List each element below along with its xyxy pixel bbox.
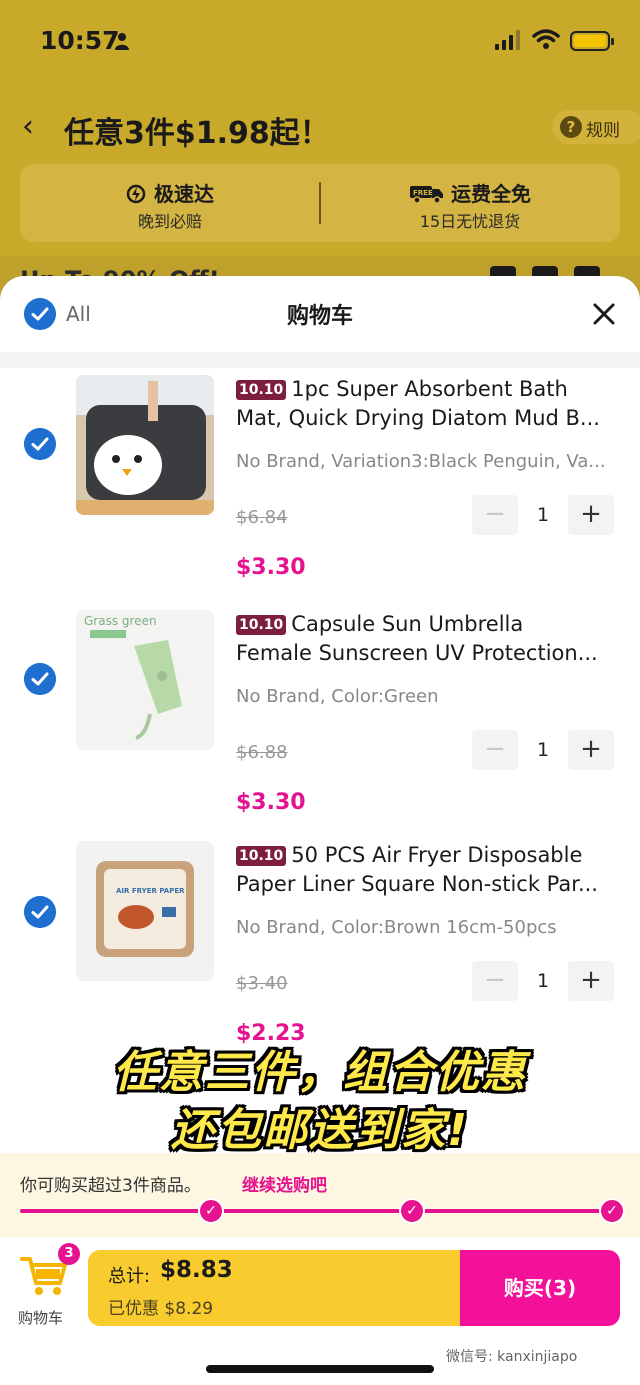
free-shipping-truck-icon: FREE: [410, 186, 443, 204]
page-title: 任意3件$1.98起！: [64, 116, 330, 151]
page-header: ‹ 任意3件$1.98起！ ? 规则: [0, 100, 640, 154]
benefit-subtitle: 15日无忧退货: [419, 212, 521, 231]
sale-price: $3.30: [236, 790, 306, 815]
chevron-left-icon[interactable]: ‹: [22, 112, 42, 142]
total-label: 总计:: [108, 1266, 151, 1287]
status-time: 10:57: [40, 26, 120, 55]
buy-button[interactable]: 购买(3): [460, 1250, 620, 1326]
quantity-increase-button[interactable]: +: [568, 495, 614, 535]
product-variant[interactable]: No Brand, Color:Green: [236, 686, 616, 707]
progress-track: [20, 1209, 620, 1213]
person-icon: [115, 33, 129, 50]
original-price: $6.88: [236, 742, 288, 763]
product-variant[interactable]: No Brand, Variation3:Black Penguin, Va..…: [236, 451, 616, 472]
cart-item: 10.10 1pc Super Absorbent Bath Mat, Quick…: [0, 375, 640, 605]
rules-label: 规则: [586, 121, 620, 141]
purchase-notice-bar: 你可购买超过3件商品。 继续选购吧 ✓ ✓ ✓: [0, 1153, 640, 1237]
wechat-watermark: 微信号: kanxinjiapo: [446, 1349, 578, 1365]
benefit-box: 极速达 晚到必赔 FREE 运费全免 15日无忧退货: [20, 164, 620, 242]
quantity-value: 1: [536, 739, 550, 761]
cart-sheet-header: All 购物车: [0, 276, 640, 352]
thumbnail-caption: AIR FRYER PAPER: [116, 887, 185, 895]
product-thumbnail[interactable]: AIR FRYER PAPER: [76, 841, 214, 981]
quantity-value: 1: [536, 504, 550, 526]
benefit-free-shipping: FREE 运费全免 15日无忧退货: [320, 174, 620, 234]
question-icon: ?: [560, 116, 582, 138]
cart-sheet-title: 购物车: [286, 304, 353, 329]
progress-step-check-icon: ✓: [198, 1198, 224, 1224]
product-variant[interactable]: No Brand, Color:Brown 16cm-50pcs: [236, 917, 616, 938]
item-checkbox[interactable]: [24, 428, 56, 460]
rules-button[interactable]: ? 规则: [552, 110, 640, 144]
quantity-decrease-button[interactable]: −: [472, 961, 518, 1001]
promo-badge: 10.10: [236, 380, 287, 400]
promo-badge: 10.10: [236, 846, 287, 866]
product-name[interactable]: 10.10 50 PCS Air Fryer Disposable Paper L…: [236, 841, 616, 899]
status-bar: 10:57: [0, 0, 640, 80]
benefit-fast-delivery: 极速达 晚到必赔: [20, 174, 320, 234]
svg-text:FREE: FREE: [413, 189, 433, 197]
benefit-title: 运费全免: [451, 182, 531, 206]
sale-price: $3.30: [236, 555, 306, 580]
quantity-increase-button[interactable]: +: [568, 730, 614, 770]
lightning-truck-icon: [126, 184, 146, 204]
wifi-icon: [532, 29, 560, 49]
progress-step-check-icon: ✓: [599, 1198, 625, 1224]
quantity-decrease-button[interactable]: −: [472, 730, 518, 770]
cart-item: Grass green 10.10 Capsule Sun Umbrella Fe…: [0, 610, 640, 840]
original-price: $3.40: [236, 973, 288, 994]
total-value: $8.83: [160, 1257, 233, 1283]
product-name[interactable]: 10.10 1pc Super Absorbent Bath Mat, Quick…: [236, 375, 616, 433]
cellular-signal-icon: [495, 30, 520, 50]
promo-badge: 10.10: [236, 615, 287, 635]
original-price: $6.84: [236, 507, 288, 528]
quantity-increase-button[interactable]: +: [568, 961, 614, 1001]
product-name[interactable]: 10.10 Capsule Sun Umbrella Female Sunscre…: [236, 610, 616, 668]
battery-icon: [570, 31, 614, 51]
continue-shopping-link[interactable]: 继续选购吧: [242, 1171, 327, 1196]
benefit-subtitle: 晚到必赔: [137, 212, 202, 231]
home-indicator[interactable]: [206, 1365, 434, 1373]
product-thumbnail[interactable]: Grass green: [76, 610, 214, 750]
close-icon[interactable]: [590, 300, 618, 328]
divider: [0, 352, 640, 368]
item-checkbox[interactable]: [24, 896, 56, 928]
notice-text: 你可购买超过3件商品。: [20, 1176, 201, 1196]
saved-amount: 已优惠 $8.29: [108, 1299, 214, 1319]
cart-label[interactable]: 购物车: [18, 1307, 63, 1328]
benefit-title: 极速达: [154, 182, 214, 206]
thumbnail-caption: Grass green: [84, 614, 157, 628]
quantity-value: 1: [536, 970, 550, 992]
cart-count-badge: 3: [58, 1243, 80, 1265]
progress-step-check-icon: ✓: [399, 1198, 425, 1224]
quantity-decrease-button[interactable]: −: [472, 495, 518, 535]
product-thumbnail[interactable]: [76, 375, 214, 515]
overlay-caption-line-1: 任意三件，组合优惠: [113, 1047, 527, 1098]
item-checkbox[interactable]: [24, 663, 56, 695]
overlay-caption-line-2: 还包邮送到家!: [170, 1105, 470, 1156]
order-total: 总计: $8.83 已优惠 $8.29: [88, 1250, 460, 1326]
